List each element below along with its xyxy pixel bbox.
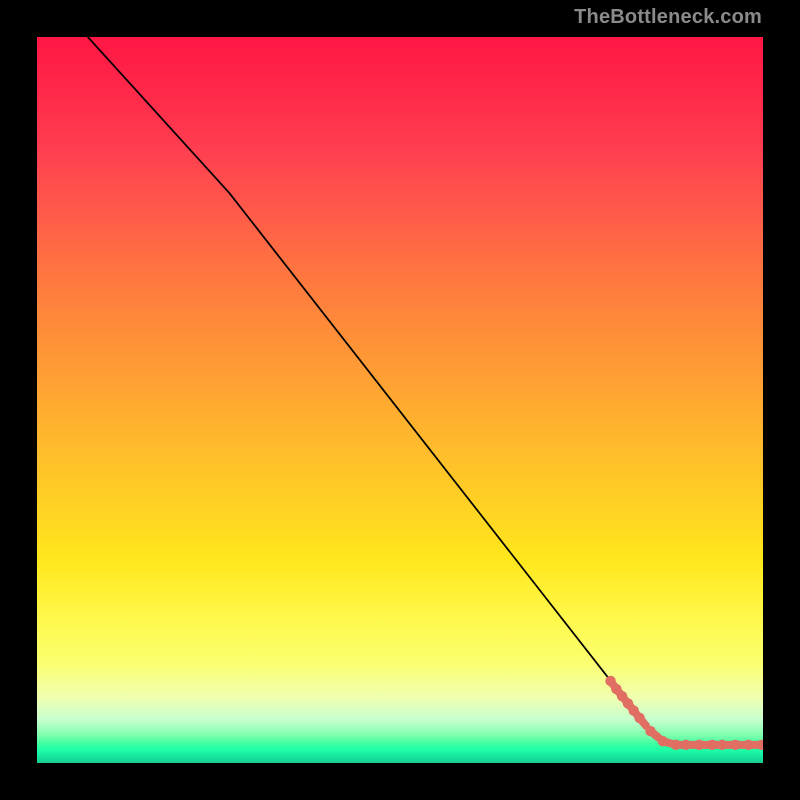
curve-line — [88, 37, 763, 745]
dot-point — [645, 726, 655, 736]
chart-plot-area — [37, 37, 763, 763]
dot-point — [681, 740, 691, 750]
dot-point — [694, 740, 704, 750]
chart-stage: TheBottleneck.com — [0, 0, 800, 800]
dot-point — [634, 713, 644, 723]
chart-svg — [37, 37, 763, 763]
dot-point — [717, 740, 727, 750]
dot-point — [658, 736, 668, 746]
dot-point — [707, 740, 717, 750]
dotted-tail — [605, 676, 763, 750]
dot-point — [671, 740, 681, 750]
dot-point — [743, 740, 753, 750]
dot-point — [730, 740, 740, 750]
watermark-text: TheBottleneck.com — [574, 6, 762, 29]
